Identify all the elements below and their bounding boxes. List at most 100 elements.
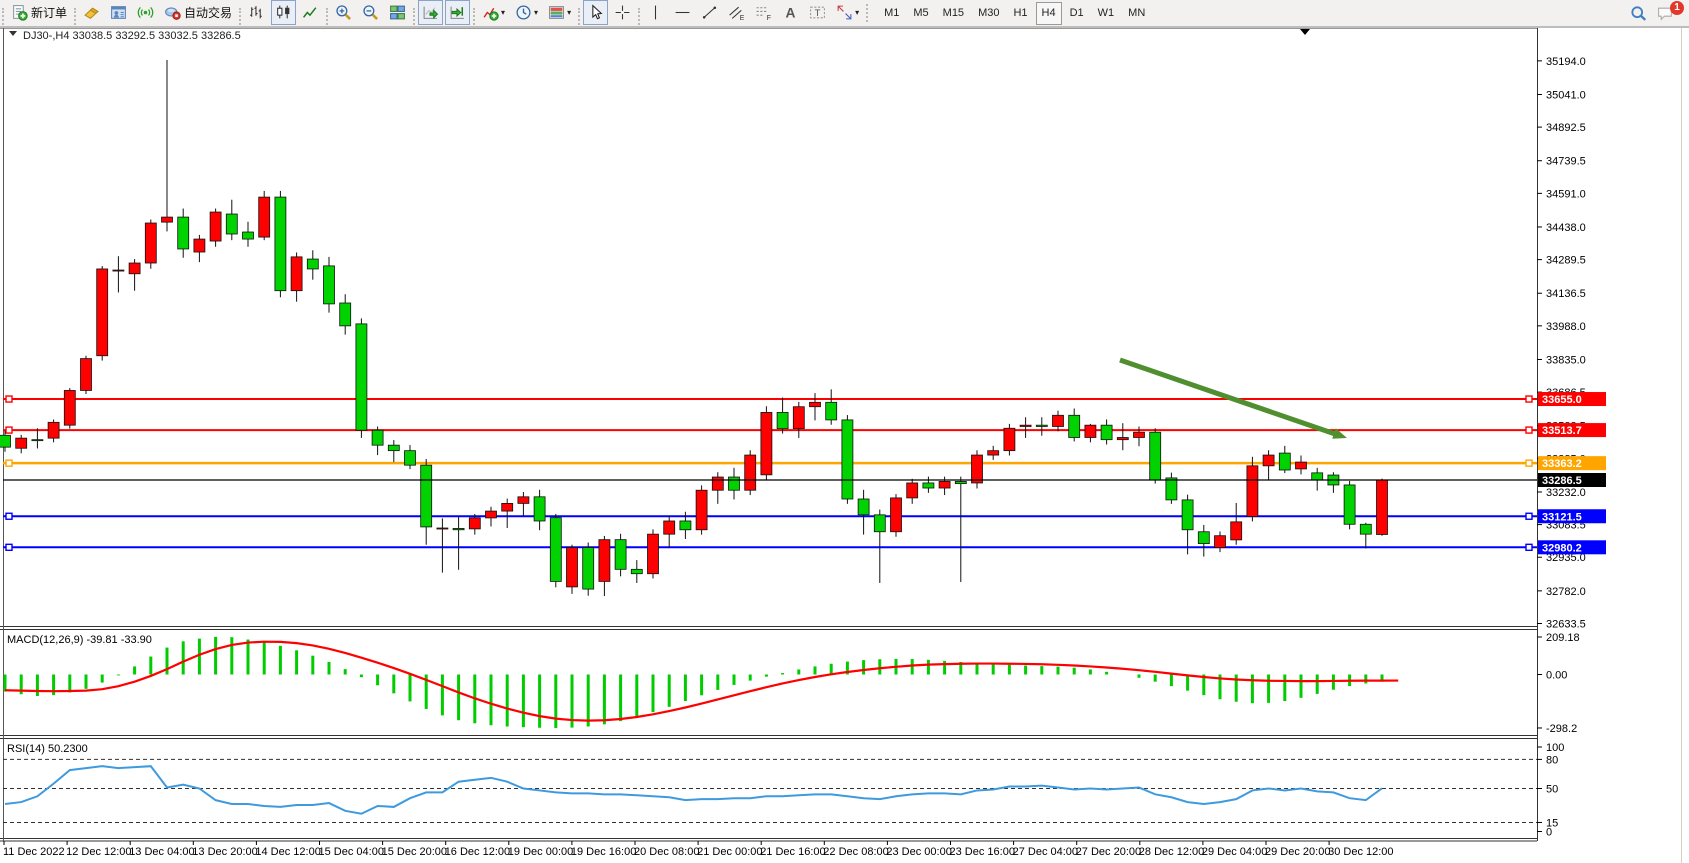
main-toolbar: 新订单自动交易▾▾▾EFAT▾ M1M5M15M30H1H4D1W1MN 1 bbox=[0, 0, 1689, 27]
indicators-button[interactable]: ▾ bbox=[478, 0, 509, 25]
time-axis-label: 15 Dec 04:00 bbox=[319, 846, 384, 858]
candle-body bbox=[1344, 485, 1355, 524]
candle-body bbox=[777, 412, 788, 428]
zoom-out-button[interactable] bbox=[358, 0, 383, 25]
autotrading-button[interactable]: 自动交易 bbox=[160, 0, 236, 25]
svg-text:F: F bbox=[767, 15, 771, 21]
candle-body bbox=[502, 503, 513, 511]
time-axis-label: 28 Dec 12:00 bbox=[1139, 846, 1204, 858]
candle-body bbox=[1150, 432, 1161, 480]
timeframe-h4-button[interactable]: H4 bbox=[1036, 2, 1062, 25]
timeframe-w1-button[interactable]: W1 bbox=[1092, 2, 1121, 25]
channel-button[interactable]: E bbox=[724, 0, 749, 25]
line-chart-button[interactable] bbox=[298, 0, 323, 25]
hline-handle[interactable] bbox=[6, 396, 12, 402]
vline-button[interactable] bbox=[643, 0, 668, 25]
time-axis[interactable]: 11 Dec 202212 Dec 12:0013 Dec 04:0013 De… bbox=[3, 841, 1394, 858]
tile-windows-button[interactable] bbox=[385, 0, 410, 25]
candlestick-chart-button[interactable] bbox=[271, 0, 296, 25]
time-axis-label: 19 Dec 16:00 bbox=[571, 846, 636, 858]
candle-body bbox=[97, 269, 108, 356]
profiles-button[interactable] bbox=[106, 0, 131, 25]
hline-handle[interactable] bbox=[1526, 396, 1532, 402]
macd-label: MACD(12,26,9) -39.81 -33.90 bbox=[7, 634, 152, 646]
price-badge: 33513.7 bbox=[1538, 423, 1606, 437]
timeframe-m5-button[interactable]: M5 bbox=[907, 2, 934, 25]
price-axis-label: 35194.0 bbox=[1546, 56, 1586, 68]
candle-body bbox=[129, 263, 140, 274]
price-axis-label: 32782.0 bbox=[1546, 586, 1586, 598]
zoom-in-button[interactable] bbox=[331, 0, 356, 25]
periods-button[interactable]: ▾ bbox=[511, 0, 542, 25]
chevron-down-icon: ▾ bbox=[501, 8, 505, 17]
metaeditor-button[interactable] bbox=[79, 0, 104, 25]
auto-scroll-button[interactable] bbox=[418, 0, 443, 25]
timeframe-m1-button[interactable]: M1 bbox=[878, 2, 905, 25]
candle-body bbox=[1198, 532, 1209, 544]
search-button[interactable] bbox=[1626, 1, 1651, 26]
macd-axis-label: 0.00 bbox=[1546, 670, 1567, 682]
price-badge-label: 33363.2 bbox=[1542, 458, 1582, 470]
toolbar-grip bbox=[326, 8, 328, 25]
fibonacci-button[interactable]: F bbox=[751, 0, 776, 25]
yellow-tool-icon bbox=[83, 4, 100, 21]
cursor-button[interactable] bbox=[583, 0, 608, 25]
hline-handle[interactable] bbox=[1526, 544, 1532, 550]
candle-body bbox=[972, 455, 983, 483]
hline-handle[interactable] bbox=[6, 427, 12, 433]
autotrading-button-label: 自动交易 bbox=[184, 4, 232, 21]
rsi-axis-label: 0 bbox=[1546, 827, 1552, 839]
trendline-icon bbox=[701, 4, 718, 21]
label-button[interactable]: T bbox=[805, 0, 830, 25]
hline-button[interactable] bbox=[670, 0, 695, 25]
text-button[interactable]: A bbox=[778, 0, 803, 25]
timeframe-m15-button[interactable]: M15 bbox=[937, 2, 970, 25]
new-order-button[interactable]: 新订单 bbox=[7, 0, 71, 25]
chart-candles-icon bbox=[275, 4, 292, 21]
crosshair-button[interactable] bbox=[610, 0, 635, 25]
hline-handle[interactable] bbox=[1526, 460, 1532, 466]
signals-button[interactable] bbox=[133, 0, 158, 25]
rsi-pane[interactable]: RSI(14) 50.2300 bbox=[3, 743, 1537, 822]
candle-body bbox=[615, 540, 626, 570]
toolbar-grip bbox=[2, 8, 4, 25]
hline-handle[interactable] bbox=[1526, 513, 1532, 519]
hline-icon bbox=[674, 4, 691, 21]
chart-shift-icon bbox=[449, 4, 466, 21]
candle-body bbox=[453, 528, 464, 529]
hline-handle[interactable] bbox=[6, 460, 12, 466]
candle-body bbox=[324, 266, 335, 304]
timeframe-h1-button[interactable]: H1 bbox=[1007, 2, 1033, 25]
candle-body bbox=[923, 483, 934, 488]
timeframe-d1-button[interactable]: D1 bbox=[1064, 2, 1090, 25]
shapes-button[interactable]: ▾ bbox=[832, 0, 863, 25]
hline-handle[interactable] bbox=[6, 513, 12, 519]
hline-handle[interactable] bbox=[1526, 427, 1532, 433]
notification-badge[interactable]: 1 bbox=[1670, 1, 1684, 15]
templates-button[interactable]: ▾ bbox=[544, 0, 575, 25]
time-axis-label: 16 Dec 12:00 bbox=[445, 846, 510, 858]
cursor-icon bbox=[587, 4, 604, 21]
chart-shift-button[interactable] bbox=[445, 0, 470, 25]
clock-icon bbox=[515, 4, 532, 21]
symbol-dropdown-icon[interactable] bbox=[9, 31, 17, 36]
candle-body bbox=[729, 477, 740, 490]
time-axis-label: 23 Dec 00:00 bbox=[886, 846, 951, 858]
hline-handle[interactable] bbox=[6, 544, 12, 550]
chat-button[interactable]: 1 bbox=[1653, 1, 1678, 26]
candle-body bbox=[1134, 432, 1145, 437]
time-axis-label: 11 Dec 2022 bbox=[3, 846, 65, 858]
chevron-down-icon: ▾ bbox=[567, 8, 571, 17]
candle-body bbox=[664, 521, 675, 534]
macd-pane[interactable]: MACD(12,26,9) -39.81 -33.90 bbox=[5, 634, 1398, 728]
timeframe-m30-button[interactable]: M30 bbox=[972, 2, 1005, 25]
toolbar-grip bbox=[74, 8, 76, 25]
candle-body bbox=[1036, 425, 1047, 426]
trendline-button[interactable] bbox=[697, 0, 722, 25]
time-axis-label: 23 Dec 16:00 bbox=[950, 846, 1015, 858]
chart-canvas[interactable]: 35194.035041.034892.534739.534591.034438… bbox=[0, 0, 1689, 863]
timeframe-mn-button[interactable]: MN bbox=[1122, 2, 1151, 25]
candle-body bbox=[1166, 478, 1177, 500]
bar-chart-button[interactable] bbox=[244, 0, 269, 25]
candle-body bbox=[178, 217, 189, 249]
